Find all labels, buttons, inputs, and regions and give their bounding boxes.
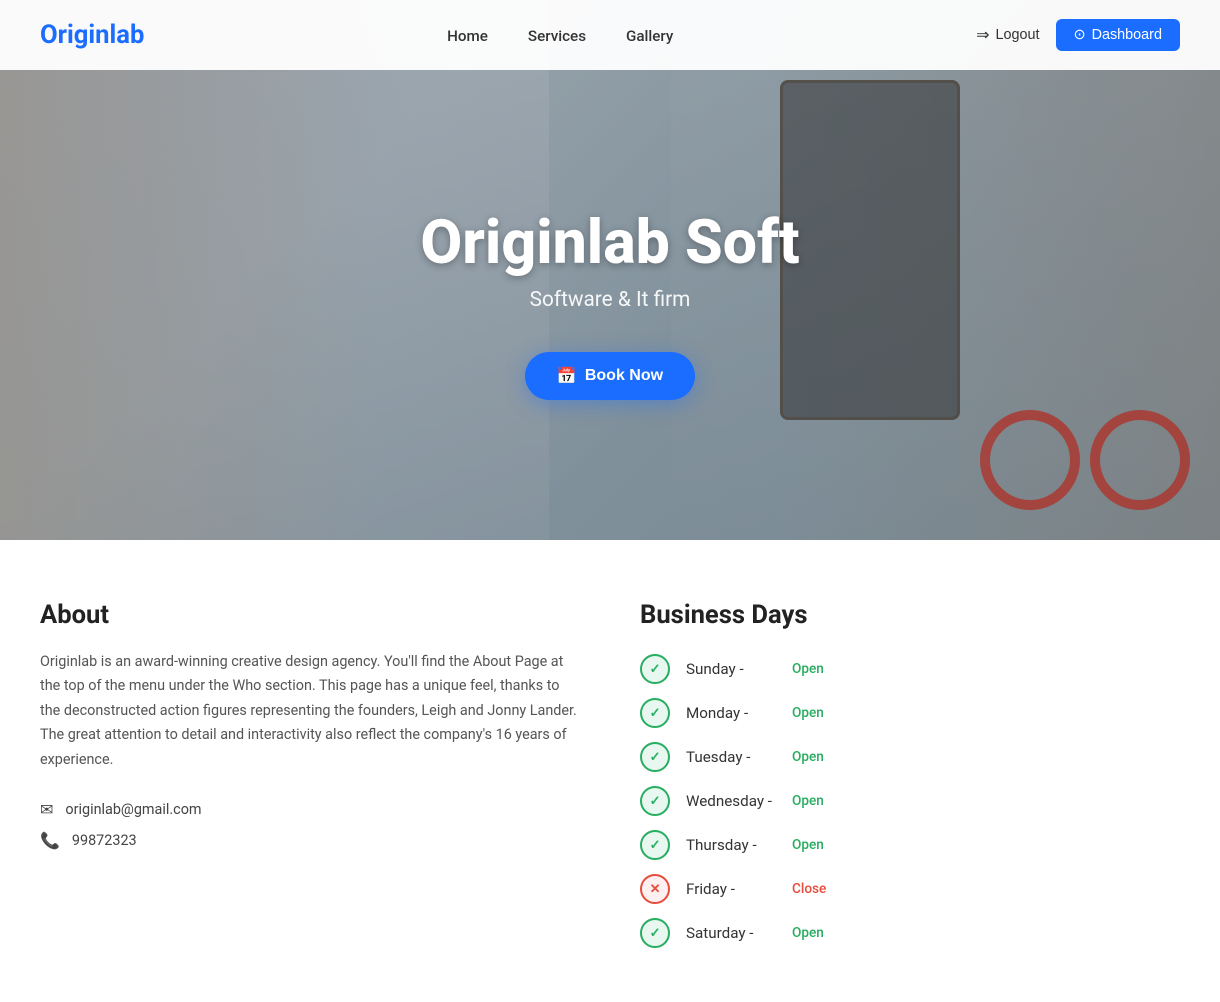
- day-item: ✓ Monday - Open: [640, 698, 1180, 728]
- hero-title: Originlab Soft: [420, 210, 799, 277]
- business-days-column: Business Days ✓ Sunday - Open ✓ Monday - Open…: [640, 600, 1180, 962]
- day-name: Thursday -: [686, 836, 776, 854]
- hero-content: Originlab Soft Software & It firm 📅 Book…: [0, 0, 1220, 540]
- nav-actions: ⇒ Logout ⊙ Dashboard: [976, 19, 1180, 51]
- day-status: Open: [792, 793, 824, 809]
- book-now-button[interactable]: 📅 Book Now: [525, 352, 695, 400]
- check-icon: ✓: [640, 786, 670, 816]
- logout-button[interactable]: ⇒ Logout: [976, 25, 1039, 45]
- about-title: About: [40, 600, 580, 630]
- day-name: Monday -: [686, 704, 776, 722]
- check-icon: ✓: [640, 698, 670, 728]
- dashboard-icon: ⊙: [1074, 27, 1086, 43]
- day-item: ✓ Tuesday - Open: [640, 742, 1180, 772]
- day-name: Sunday -: [686, 660, 776, 678]
- day-status: Open: [792, 705, 824, 721]
- email-value: originlab@gmail.com: [65, 801, 201, 818]
- content-section: About Originlab is an award-winning crea…: [0, 540, 1220, 1002]
- business-days-title: Business Days: [640, 600, 1180, 630]
- day-status: Open: [792, 749, 824, 765]
- check-icon: ✓: [640, 918, 670, 948]
- email-contact: ✉ originlab@gmail.com: [40, 800, 580, 819]
- calendar-icon: 📅: [557, 366, 577, 386]
- nav-gallery[interactable]: Gallery: [626, 27, 673, 45]
- day-status: Open: [792, 837, 824, 853]
- nav-home[interactable]: Home: [447, 27, 488, 45]
- phone-contact: 📞 99872323: [40, 831, 580, 850]
- hero-section: Originlab Soft Software & It firm 📅 Book…: [0, 0, 1220, 540]
- day-name: Wednesday -: [686, 792, 776, 810]
- day-name: Tuesday -: [686, 748, 776, 766]
- email-icon: ✉: [40, 800, 53, 819]
- nav-links: Home Services Gallery: [447, 26, 673, 45]
- logout-label: Logout: [996, 27, 1040, 43]
- day-status: Open: [792, 661, 824, 677]
- check-icon: ✓: [640, 742, 670, 772]
- day-item: ✓ Wednesday - Open: [640, 786, 1180, 816]
- book-label: Book Now: [585, 367, 663, 385]
- brand-logo[interactable]: Originlab: [40, 20, 144, 50]
- hero-subtitle: Software & It firm: [530, 288, 691, 312]
- day-name: Saturday -: [686, 924, 776, 942]
- about-text: Originlab is an award-winning creative d…: [40, 650, 580, 772]
- dashboard-button[interactable]: ⊙ Dashboard: [1056, 19, 1180, 51]
- cross-icon: ✕: [640, 874, 670, 904]
- day-item: ✓ Saturday - Open: [640, 918, 1180, 948]
- logout-icon: ⇒: [976, 25, 989, 45]
- day-status: Close: [792, 881, 826, 897]
- day-item: ✓ Thursday - Open: [640, 830, 1180, 860]
- check-icon: ✓: [640, 830, 670, 860]
- phone-value: 99872323: [72, 832, 137, 849]
- phone-icon: 📞: [40, 831, 60, 850]
- day-status: Open: [792, 925, 824, 941]
- check-icon: ✓: [640, 654, 670, 684]
- about-column: About Originlab is an award-winning crea…: [40, 600, 580, 962]
- day-item: ✕ Friday - Close: [640, 874, 1180, 904]
- days-list: ✓ Sunday - Open ✓ Monday - Open ✓ Tuesday - Open…: [640, 654, 1180, 948]
- navbar: Originlab Home Services Gallery ⇒ Logout…: [0, 0, 1220, 70]
- day-item: ✓ Sunday - Open: [640, 654, 1180, 684]
- dashboard-label: Dashboard: [1092, 27, 1162, 43]
- nav-services[interactable]: Services: [528, 27, 586, 45]
- day-name: Friday -: [686, 880, 776, 898]
